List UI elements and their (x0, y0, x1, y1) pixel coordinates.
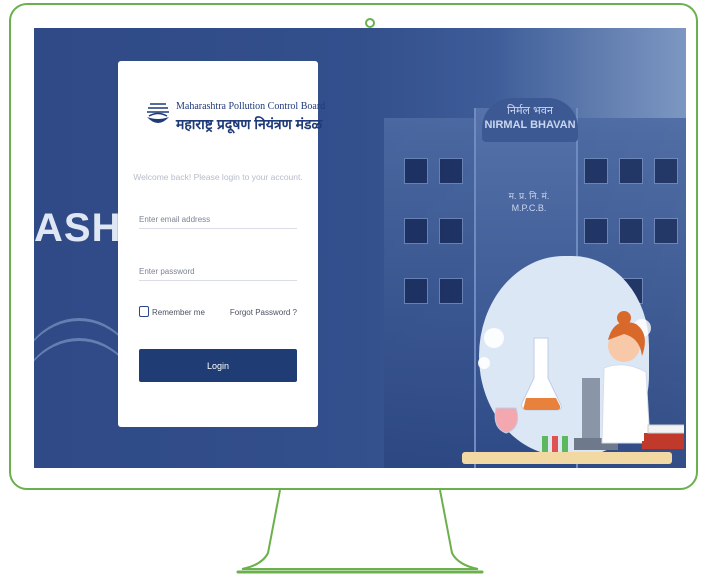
login-card: Maharashtra Pollution Control Board महार… (118, 61, 325, 427)
mpcb-logo: Maharashtra Pollution Control Board महार… (146, 99, 325, 143)
password-placeholder: Enter password (139, 267, 195, 276)
background-wall-letters: ASH (34, 206, 122, 250)
plaque-marathi: म. प्र. नि. मं. (508, 191, 550, 201)
plaque-english: M.P.C.B. (511, 203, 547, 213)
forgot-password-link[interactable]: Forgot Password ? (230, 308, 297, 317)
building-plaque: म. प्र. नि. मं. M.P.C.B. (494, 190, 564, 220)
login-button[interactable]: Login (139, 349, 297, 382)
logo-english-text: Maharashtra Pollution Control Board (176, 101, 326, 112)
remember-me-label[interactable]: Remember me (152, 308, 205, 317)
password-field[interactable]: Enter password (139, 263, 297, 281)
welcome-message: Welcome back! Please login to your accou… (133, 172, 303, 182)
sign-english: NIRMAL BHAVAN (484, 119, 576, 131)
email-placeholder: Enter email address (139, 215, 211, 224)
building-sign: निर्मल भवन NIRMAL BHAVAN (482, 98, 578, 142)
email-field[interactable]: Enter email address (139, 211, 297, 229)
screen: ASH निर्मल भवन NIRMAL BHAVAN म. प्र. नि.… (34, 28, 686, 468)
sign-marathi: निर्मल भवन (507, 105, 553, 117)
lab-desk (462, 452, 672, 464)
logo-marathi-text: महाराष्ट्र प्रदूषण नियंत्रण मंडळ (176, 116, 323, 132)
mpcb-emblem-icon (147, 103, 169, 123)
remember-me-checkbox[interactable] (139, 306, 149, 317)
scientist-illustration (478, 311, 684, 460)
